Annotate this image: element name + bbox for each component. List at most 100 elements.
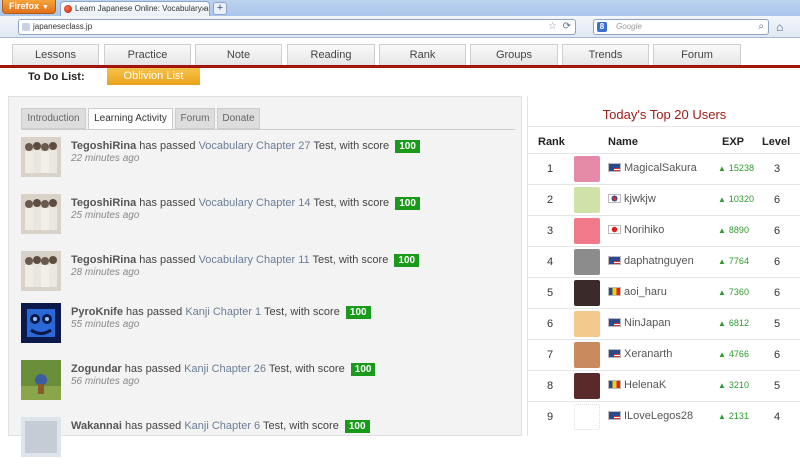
nav-tab-note[interactable]: Note (195, 44, 282, 65)
feed-chapter-link[interactable]: Kanji Chapter 1 (185, 306, 261, 318)
browser-tab[interactable]: Learn Japanese Online: Vocabulary and ..… (60, 1, 210, 17)
close-icon[interactable]: × (201, 2, 206, 16)
feed-result: Test, with score (310, 197, 393, 209)
feed-result: Test, with score (260, 420, 342, 432)
tab-introduction[interactable]: Introduction (21, 108, 86, 129)
country-flag-icon (608, 287, 621, 296)
home-icon[interactable]: ⌂ (776, 20, 783, 34)
feed-user-link[interactable]: TegoshiRina (71, 140, 136, 152)
leaderboard-row: 6 NinJapan ▲ 6812 5 (528, 308, 800, 339)
user-name-link[interactable]: aoi_haru (624, 286, 667, 298)
feed-result: Test, with score (266, 363, 348, 375)
nav-tab-trends[interactable]: Trends (562, 44, 649, 65)
feed-result: Test, with score (261, 306, 343, 318)
feed-user-link[interactable]: PyroKnife (71, 306, 123, 318)
country-flag-icon (608, 256, 621, 265)
nav-tab-forum[interactable]: Forum (653, 44, 741, 65)
oblivion-list-button[interactable]: Oblivion List (107, 68, 200, 85)
browser-titlebar: Firefox ▼ Learn Japanese Online: Vocabula… (0, 0, 800, 17)
exp-value: ▲ 10320 (718, 194, 754, 204)
browser-tab-title: Learn Japanese Online: Vocabulary and ..… (75, 4, 209, 13)
search-engine-icon[interactable]: 8 (597, 22, 607, 32)
feed-timestamp: 56 minutes ago (71, 376, 140, 387)
feed-user-link[interactable]: TegoshiRina (71, 254, 136, 266)
user-name-link[interactable]: MagicalSakura (624, 162, 697, 174)
level-value: 6 (773, 287, 781, 299)
user-name-link[interactable]: daphatnguyen (624, 255, 694, 267)
exp-value: ▲ 2131 (718, 411, 749, 421)
nav-tab-reading[interactable]: Reading (287, 44, 375, 65)
feed-chapter-link[interactable]: Kanji Chapter 6 (184, 420, 260, 432)
feed-user-link[interactable]: TegoshiRina (71, 197, 136, 209)
feed-chapter-link[interactable]: Vocabulary Chapter 27 (199, 140, 311, 152)
tab-donate[interactable]: Donate (217, 108, 260, 129)
col-header-level: Level (762, 136, 791, 148)
feed-user-link[interactable]: Zogundar (71, 363, 122, 375)
search-bar[interactable]: 8 Google ⌕ (593, 19, 769, 35)
leaderboard-row: 4 daphatnguyen ▲ 7764 6 (528, 246, 800, 277)
avatar[interactable] (574, 280, 600, 306)
arrow-up-icon: ▲ (718, 226, 726, 235)
exp-value: ▲ 4766 (718, 349, 749, 359)
avatar[interactable] (574, 404, 600, 430)
rank-number: 5 (546, 287, 554, 299)
chevron-down-icon: ▼ (42, 4, 49, 11)
user-thumbnail[interactable] (21, 417, 61, 457)
arrow-up-icon: ▲ (718, 381, 726, 390)
avatar[interactable] (574, 373, 600, 399)
new-tab-button[interactable]: + (213, 2, 227, 15)
user-name-link[interactable]: Norihiko (624, 224, 664, 236)
feed-verb: has passed (122, 306, 186, 318)
user-thumbnail[interactable] (21, 137, 61, 177)
feed-chapter-link[interactable]: Kanji Chapter 26 (184, 363, 266, 375)
score-badge: 100 (394, 254, 420, 267)
country-flag-icon (608, 194, 621, 203)
feed-user-link[interactable]: Wakannai (71, 420, 122, 432)
arrow-up-icon: ▲ (718, 257, 726, 266)
nav-tab-rank[interactable]: Rank (379, 44, 466, 65)
user-name-link[interactable]: NinJapan (624, 317, 670, 329)
feed-chapter-link[interactable]: Vocabulary Chapter 14 (199, 197, 311, 209)
country-flag-icon (608, 318, 621, 327)
avatar[interactable] (574, 156, 600, 182)
user-thumbnail[interactable] (21, 194, 61, 234)
rank-number: 8 (546, 380, 554, 392)
user-thumbnail[interactable] (21, 360, 61, 400)
level-value: 3 (773, 163, 781, 175)
avatar[interactable] (574, 218, 600, 244)
firefox-menu-button[interactable]: Firefox ▼ (2, 0, 56, 14)
avatar[interactable] (574, 249, 600, 275)
avatar[interactable] (574, 342, 600, 368)
col-header-exp: EXP (722, 136, 745, 148)
feed-text: TegoshiRina has passed Vocabulary Chapte… (71, 196, 420, 210)
nav-tab-groups[interactable]: Groups (470, 44, 558, 65)
user-name-link[interactable]: HelenaK (624, 379, 666, 391)
nav-tab-practice[interactable]: Practice (104, 44, 191, 65)
search-icon[interactable]: ⌕ (758, 20, 764, 34)
url-bar[interactable]: japaneseclass.jp ☆ ⟳ (18, 19, 576, 35)
exp-value: ▲ 15238 (718, 163, 754, 173)
reload-icon[interactable]: ⟳ (563, 20, 571, 34)
exp-number: 10320 (728, 194, 754, 204)
tab-forum[interactable]: Forum (175, 108, 215, 129)
feed-chapter-link[interactable]: Vocabulary Chapter 11 (199, 254, 310, 266)
exp-value: ▲ 7764 (718, 256, 749, 266)
exp-number: 6812 (728, 318, 749, 328)
tab-learning-activity[interactable]: Learning Activity (88, 108, 173, 130)
todo-list-label[interactable]: To Do List: (28, 69, 85, 85)
user-thumbnail[interactable] (21, 251, 61, 291)
activity-panel: Introduction Learning Activity Forum Don… (8, 96, 522, 457)
user-name-link[interactable]: ILoveLegos28 (624, 410, 693, 422)
leaderboard-title: Today's Top 20 Users (602, 107, 727, 122)
leaderboard-row: 7 Xeranarth ▲ 4766 6 (528, 339, 800, 370)
bookmark-star-icon[interactable]: ☆ (548, 20, 557, 34)
user-name-link[interactable]: Xeranarth (624, 348, 672, 360)
avatar[interactable] (574, 187, 600, 213)
level-value: 5 (773, 318, 781, 330)
user-thumbnail[interactable] (21, 303, 61, 343)
leaderboard-panel: Today's Top 20 Users Rank Name EXP Level… (527, 96, 800, 436)
user-name-link[interactable]: kjwkjw (624, 193, 656, 205)
avatar[interactable] (574, 311, 600, 337)
nav-tab-lessons[interactable]: Lessons (12, 44, 99, 65)
level-value: 6 (773, 256, 781, 268)
